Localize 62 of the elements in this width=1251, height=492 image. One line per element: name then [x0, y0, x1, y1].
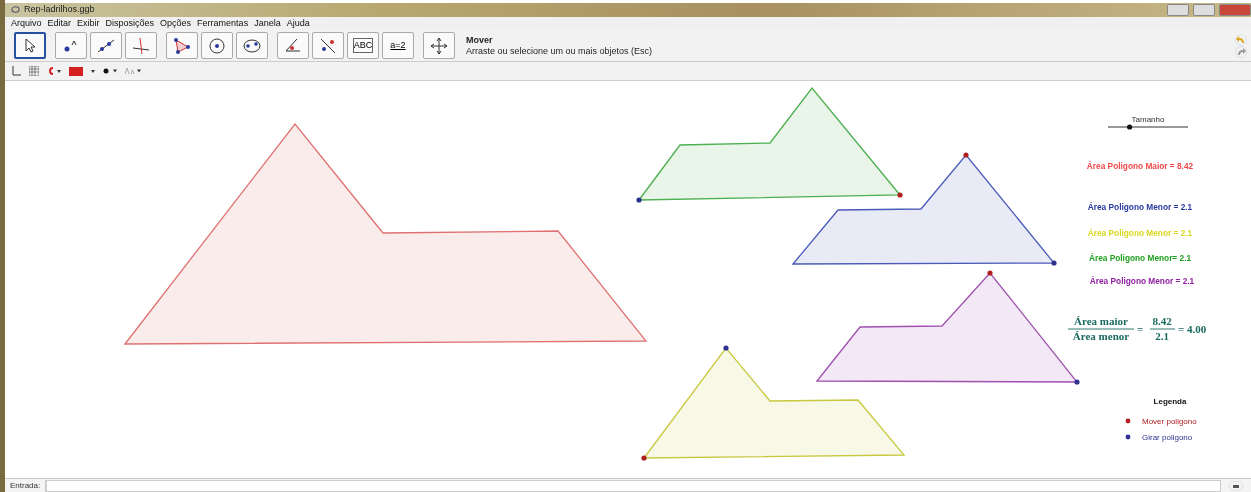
tool-button[interactable]	[201, 32, 233, 59]
tool-button[interactable]	[236, 32, 268, 59]
point-marker[interactable]	[987, 270, 993, 276]
window-title: Rep-ladrilhos.ggb	[24, 3, 95, 17]
minimize-button[interactable]	[1167, 4, 1189, 16]
tool-button[interactable]	[423, 32, 455, 59]
area-label: Área Poligono Menor = 2.1	[1089, 276, 1195, 286]
tool-hint: Arraste ou selecione um ou mais objetos (Esc)	[466, 45, 653, 57]
equals-sign: =	[1137, 323, 1144, 335]
point-marker[interactable]	[641, 455, 647, 461]
redo-icon	[1236, 47, 1246, 56]
app-icon	[11, 5, 20, 15]
point-marker[interactable]	[636, 197, 642, 203]
area-label: Área Poligono Menor= 2.1	[1088, 253, 1192, 263]
tool-button[interactable]	[312, 32, 344, 59]
tool-name: Mover	[466, 34, 494, 46]
tool-button[interactable]	[277, 32, 309, 59]
grid-icon[interactable]	[29, 66, 39, 76]
menu-item[interactable]: Opções	[160, 16, 192, 31]
menu-item[interactable]: Arquivo	[11, 16, 42, 31]
menu-item[interactable]: Editar	[47, 16, 72, 31]
redo-button[interactable]	[1235, 45, 1247, 58]
menu-item[interactable]: Exibir	[77, 16, 100, 31]
legend-label: Girar poligono	[1142, 433, 1193, 442]
point-marker[interactable]	[723, 345, 729, 351]
area-label: Área Poligono Menor = 2.1	[1087, 228, 1193, 238]
point-marker[interactable]	[1051, 260, 1057, 266]
caret-icon[interactable]	[91, 69, 95, 73]
crossing-lines-icon	[131, 35, 151, 56]
tool-button[interactable]	[55, 32, 87, 59]
slider-label: Tamanho	[1131, 115, 1165, 124]
menu-item[interactable]: Janela	[254, 16, 281, 31]
area-label: Área Poligono Maior = 8.42	[1086, 161, 1194, 171]
tool-button[interactable]	[90, 32, 122, 59]
legend-label: Mover poligono	[1142, 417, 1197, 426]
tool-button[interactable]	[166, 32, 198, 59]
move-icon	[429, 35, 449, 56]
legend-title: Legenda	[1153, 397, 1187, 406]
menu-item[interactable]: Disposições	[105, 16, 155, 31]
area-label: Área Poligono Menor = 2.1	[1087, 202, 1193, 212]
point-marker[interactable]	[1074, 379, 1080, 385]
axes-icon[interactable]	[11, 66, 21, 76]
undo-icon	[1236, 35, 1246, 44]
slider-track[interactable]	[1108, 124, 1188, 130]
point-marker[interactable]	[963, 152, 969, 158]
tool-button[interactable]: a=2	[382, 32, 414, 59]
triangle-icon	[172, 35, 192, 56]
point-marker[interactable]	[897, 192, 903, 198]
keyboard-icon	[1232, 483, 1240, 489]
menu-item[interactable]: Ajuda	[286, 16, 310, 31]
color-swatch[interactable]	[69, 66, 83, 76]
maximize-button[interactable]	[1193, 4, 1215, 16]
point-style-icon[interactable]	[103, 68, 117, 74]
slider-thumb[interactable]	[1127, 124, 1133, 130]
input-field[interactable]	[46, 479, 1221, 492]
tool-button[interactable]: ABC	[347, 32, 379, 59]
tool-button[interactable]	[14, 32, 46, 59]
circle-icon	[207, 35, 227, 56]
tool-button[interactable]	[125, 32, 157, 59]
magnet-icon[interactable]	[47, 67, 61, 75]
menu-item[interactable]: Ferramentas	[197, 16, 249, 31]
label-style-icon[interactable]	[125, 68, 141, 74]
